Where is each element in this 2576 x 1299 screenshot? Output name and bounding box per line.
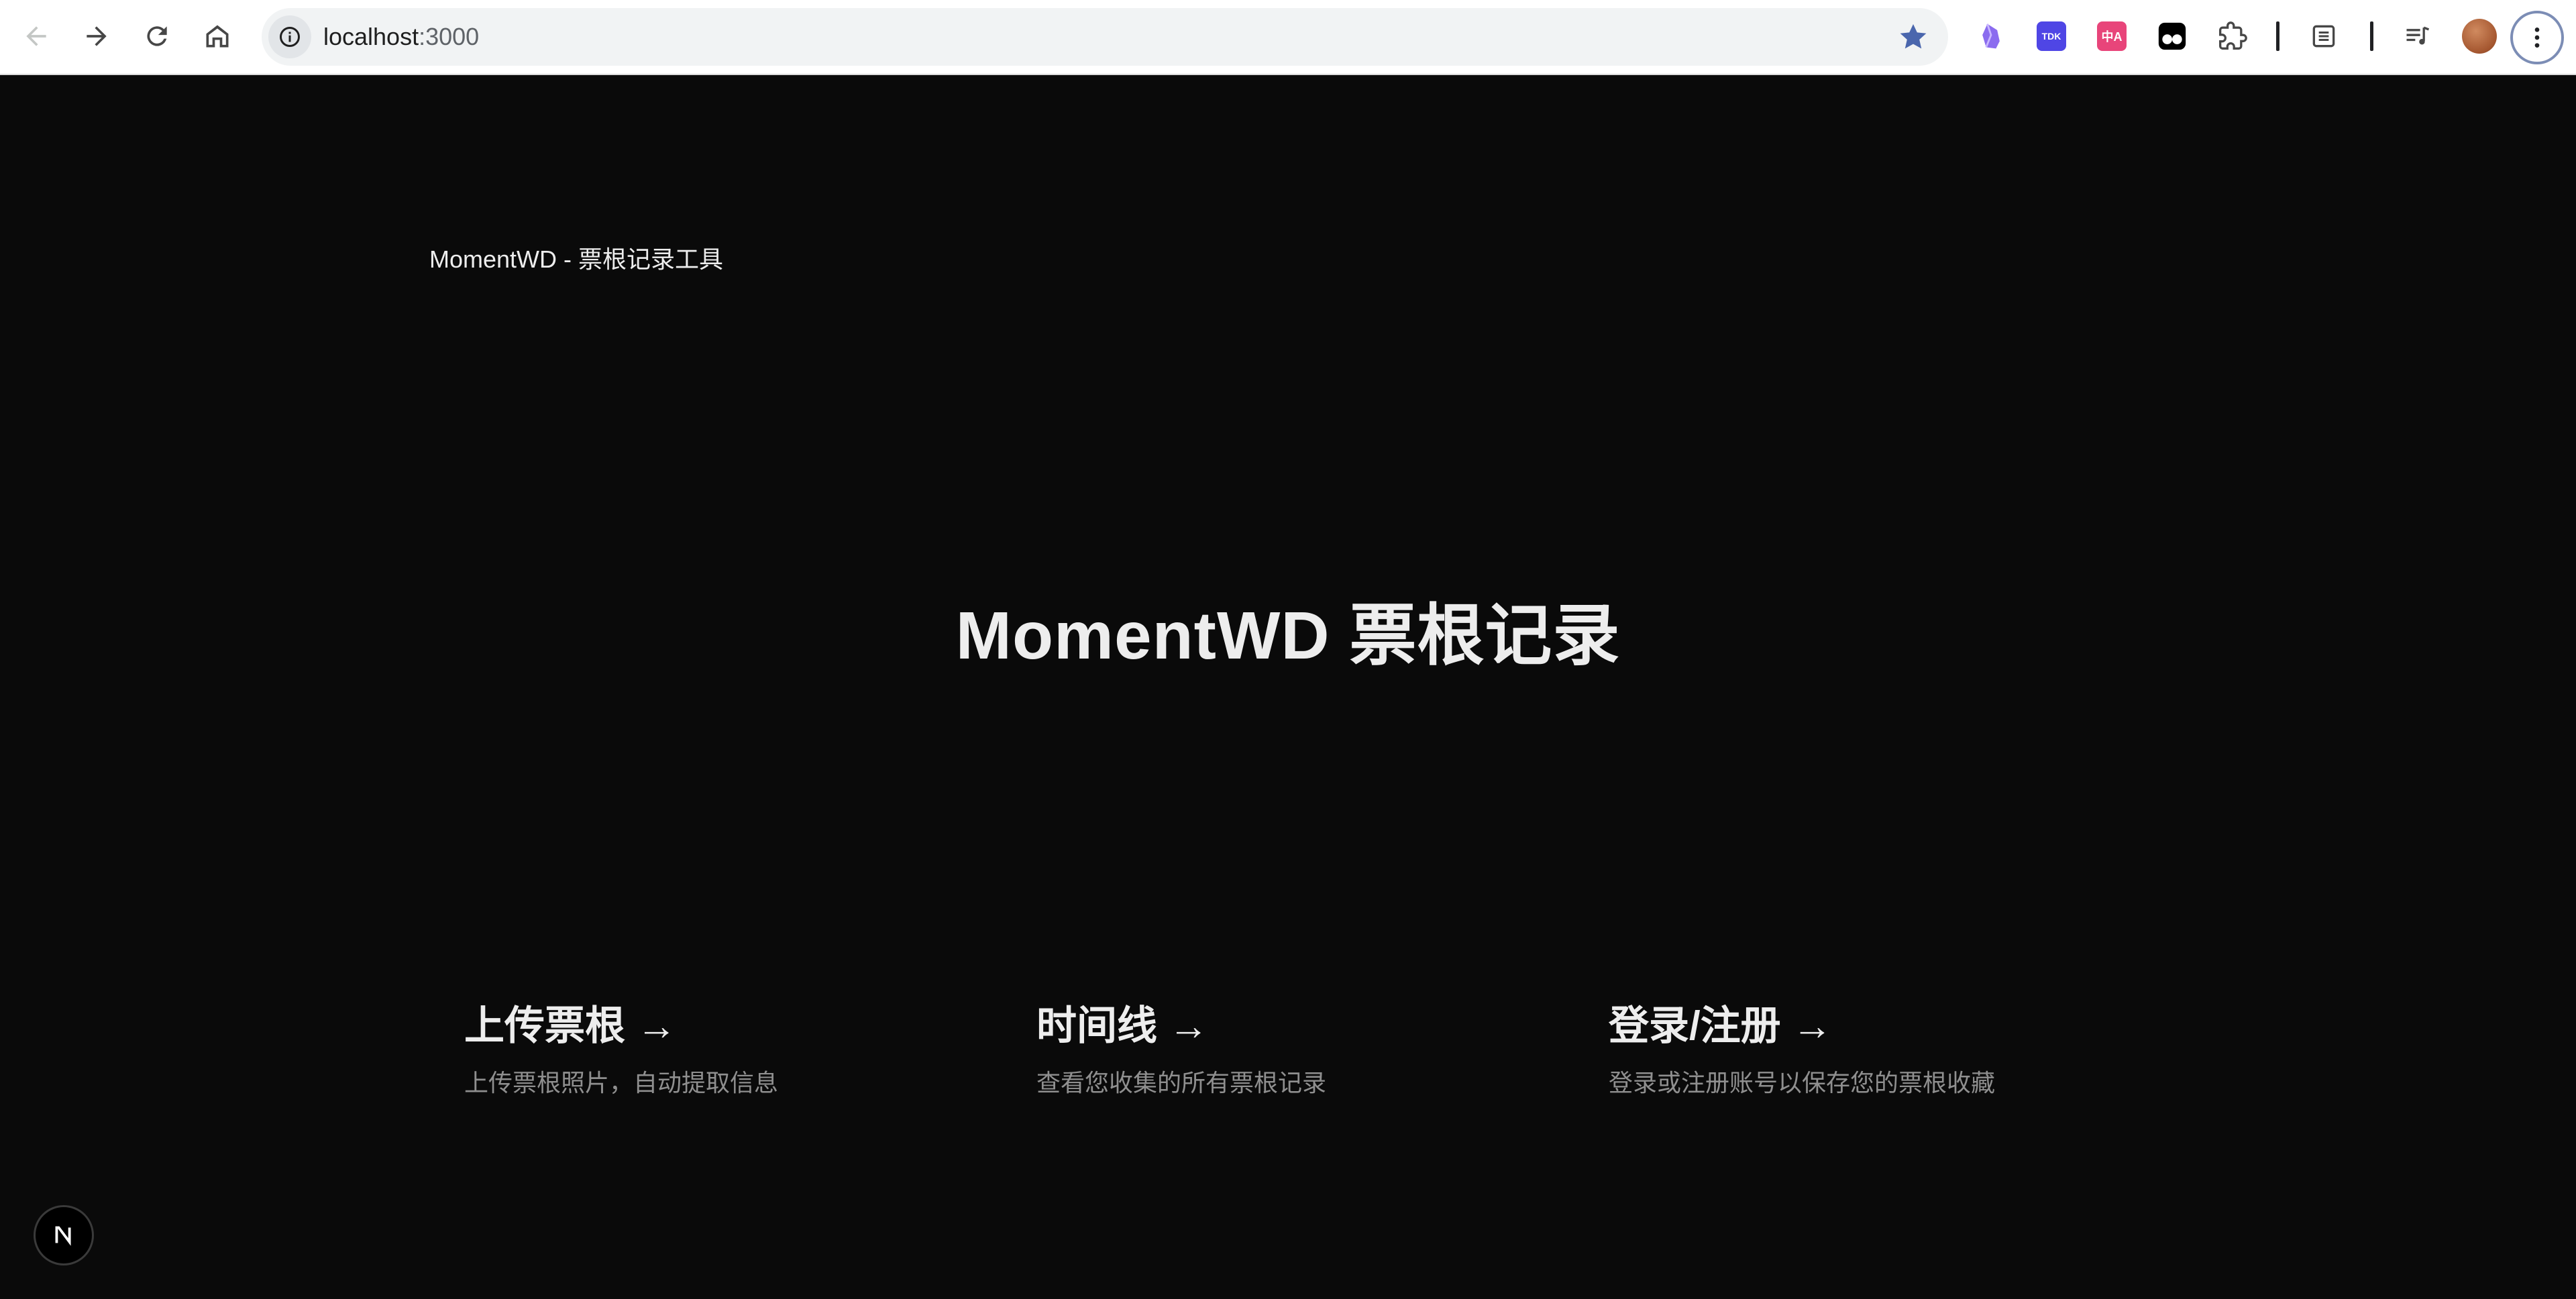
info-icon <box>280 27 300 47</box>
toolbar-divider <box>2276 21 2279 51</box>
media-control-button[interactable] <box>2399 17 2436 55</box>
reading-list-button[interactable] <box>2305 17 2343 55</box>
reload-button[interactable] <box>136 15 178 58</box>
card-title: 登录/注册 → <box>1609 1003 1833 1048</box>
bookmark-star-icon[interactable] <box>1897 21 1929 53</box>
card-description: 查看您收集的所有票根记录 <box>1036 1069 1327 1096</box>
nextjs-dev-tools-button[interactable] <box>34 1205 94 1265</box>
site-info-button[interactable] <box>268 15 311 58</box>
forward-button[interactable] <box>75 15 118 58</box>
card-title: 时间线 → <box>1036 1003 1209 1048</box>
reading-list-icon <box>2312 25 2335 48</box>
address-bar[interactable]: localhost:3000 <box>262 8 1948 66</box>
reload-icon <box>147 26 167 46</box>
card-description: 登录或注册账号以保存您的票根收藏 <box>1609 1069 1996 1096</box>
tdk-extension-button[interactable]: TDK <box>2033 17 2070 55</box>
media-queue-icon <box>2406 26 2430 45</box>
url-port: :3000 <box>419 23 480 50</box>
brand-label: MomentWD - 票根记录工具 <box>429 245 724 273</box>
page-title: MomentWD 票根记录 <box>955 598 1621 673</box>
kebab-menu-icon <box>2534 27 2540 48</box>
browser-toolbar: localhost:3000 TDK 中A <box>0 0 2576 75</box>
upload-ticket-card[interactable]: 上传票根 → 上传票根照片，自动提取信息 <box>464 999 1001 1100</box>
tdk-extension-icon: TDK <box>2037 21 2066 51</box>
url-text[interactable]: localhost:3000 <box>323 8 479 66</box>
timeline-card[interactable]: 时间线 → 查看您收集的所有票根记录 <box>1036 999 1573 1100</box>
toolbar-divider <box>2370 21 2373 51</box>
obsidian-extension-button[interactable] <box>1972 17 2010 55</box>
card-title: 上传票根 → <box>464 1003 677 1048</box>
back-button[interactable] <box>15 15 58 58</box>
tampermonkey-icon <box>2158 22 2186 50</box>
nextjs-logo-icon <box>55 1226 71 1246</box>
home-button[interactable] <box>196 15 239 58</box>
profile-avatar[interactable] <box>2462 19 2497 54</box>
card-description: 上传票根照片，自动提取信息 <box>464 1069 779 1096</box>
login-register-card[interactable]: 登录/注册 → 登录或注册账号以保存您的票根收藏 <box>1609 999 2145 1100</box>
url-host: localhost <box>323 23 419 50</box>
arrow-right-icon <box>87 26 107 46</box>
extensions-menu-button[interactable] <box>2214 17 2251 55</box>
tampermonkey-extension-button[interactable] <box>2153 17 2191 55</box>
obsidian-icon <box>1982 23 2000 49</box>
translate-extension-button[interactable]: 中A <box>2093 17 2131 55</box>
browser-menu-button[interactable] <box>2510 11 2564 64</box>
home-icon <box>206 25 229 48</box>
arrow-left-icon <box>26 26 46 46</box>
translate-extension-icon: 中A <box>2097 21 2127 51</box>
puzzle-icon <box>2219 21 2247 50</box>
